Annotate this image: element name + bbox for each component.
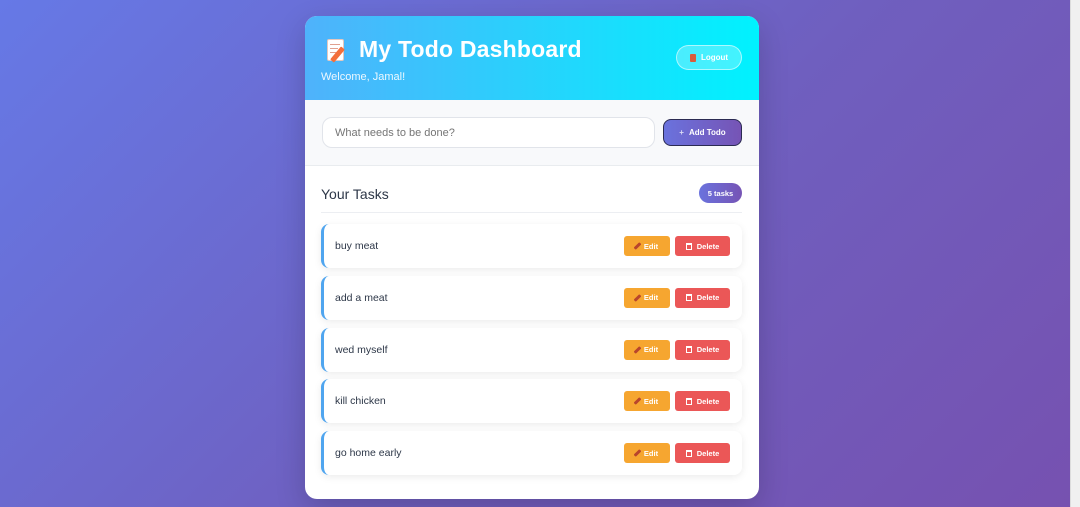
welcome-text: Welcome, Jamal! [321, 71, 406, 83]
delete-label: Delete [696, 345, 720, 354]
task-text: buy meat [335, 240, 379, 252]
pencil-icon [633, 345, 642, 354]
edit-label: Edit [643, 448, 659, 458]
delete-label: Delete [696, 448, 720, 458]
pencil-icon [633, 293, 642, 302]
pencil-icon [633, 397, 642, 406]
add-todo-label: Add Todo [688, 128, 726, 137]
delete-label: Delete [696, 293, 720, 303]
door-icon [689, 53, 696, 62]
tasks-section-header: Your Tasks 5 tasks [321, 183, 742, 213]
page-title: My Todo Dashboard [359, 36, 582, 62]
edit-label: Edit [643, 293, 659, 303]
trash-icon [685, 397, 692, 405]
edit-button[interactable]: Edit [624, 391, 670, 412]
trash-icon [685, 449, 692, 457]
edit-label: Edit [643, 241, 659, 251]
edit-button[interactable]: Edit [624, 287, 670, 308]
task-item: buy meat Edit Delete [321, 224, 742, 268]
task-count-badge: 5 tasks [699, 183, 742, 203]
memo-icon [326, 38, 348, 63]
page-scrollbar[interactable] [1070, 0, 1080, 507]
add-todo-area: + Add Todo [305, 100, 759, 166]
delete-label: Delete [696, 241, 720, 251]
trash-icon [685, 242, 692, 250]
todo-card: My Todo Dashboard Welcome, Jamal! Logout… [305, 16, 759, 499]
trash-icon [685, 294, 692, 302]
pencil-icon [633, 242, 642, 250]
todo-input[interactable] [322, 117, 655, 148]
task-text: kill chicken [335, 395, 386, 408]
pencil-icon [633, 449, 642, 457]
edit-button[interactable]: Edit [624, 236, 670, 256]
edit-label: Edit [643, 345, 659, 354]
logout-label: Logout [700, 53, 729, 62]
task-item: wed myself Edit Delete [321, 327, 742, 372]
delete-label: Delete [696, 396, 720, 406]
tasks-section-title: Your Tasks [321, 186, 389, 202]
delete-button[interactable]: Delete [675, 339, 730, 360]
add-todo-button[interactable]: + Add Todo [663, 119, 742, 146]
dashboard-header: My Todo Dashboard Welcome, Jamal! Logout [305, 16, 759, 100]
edit-button[interactable]: Edit [624, 339, 670, 360]
delete-button[interactable]: Delete [675, 287, 730, 308]
task-text: wed myself [335, 343, 388, 356]
delete-button[interactable]: Delete [675, 236, 730, 256]
plus-icon: + [679, 128, 684, 137]
trash-icon [685, 346, 692, 353]
task-list: buy meat Edit Delete add a meat Edit Del… [321, 224, 742, 483]
delete-button[interactable]: Delete [675, 443, 730, 463]
task-item: go home early Edit Delete [321, 431, 742, 475]
edit-button[interactable]: Edit [624, 443, 670, 463]
delete-button[interactable]: Delete [675, 391, 730, 412]
task-item: kill chicken Edit Delete [321, 379, 742, 424]
logout-button[interactable]: Logout [676, 45, 742, 70]
task-item: add a meat Edit Delete [321, 275, 742, 320]
edit-label: Edit [643, 396, 659, 406]
title-row: My Todo Dashboard [326, 36, 582, 63]
task-text: go home early [335, 447, 402, 459]
task-text: add a meat [335, 291, 388, 304]
